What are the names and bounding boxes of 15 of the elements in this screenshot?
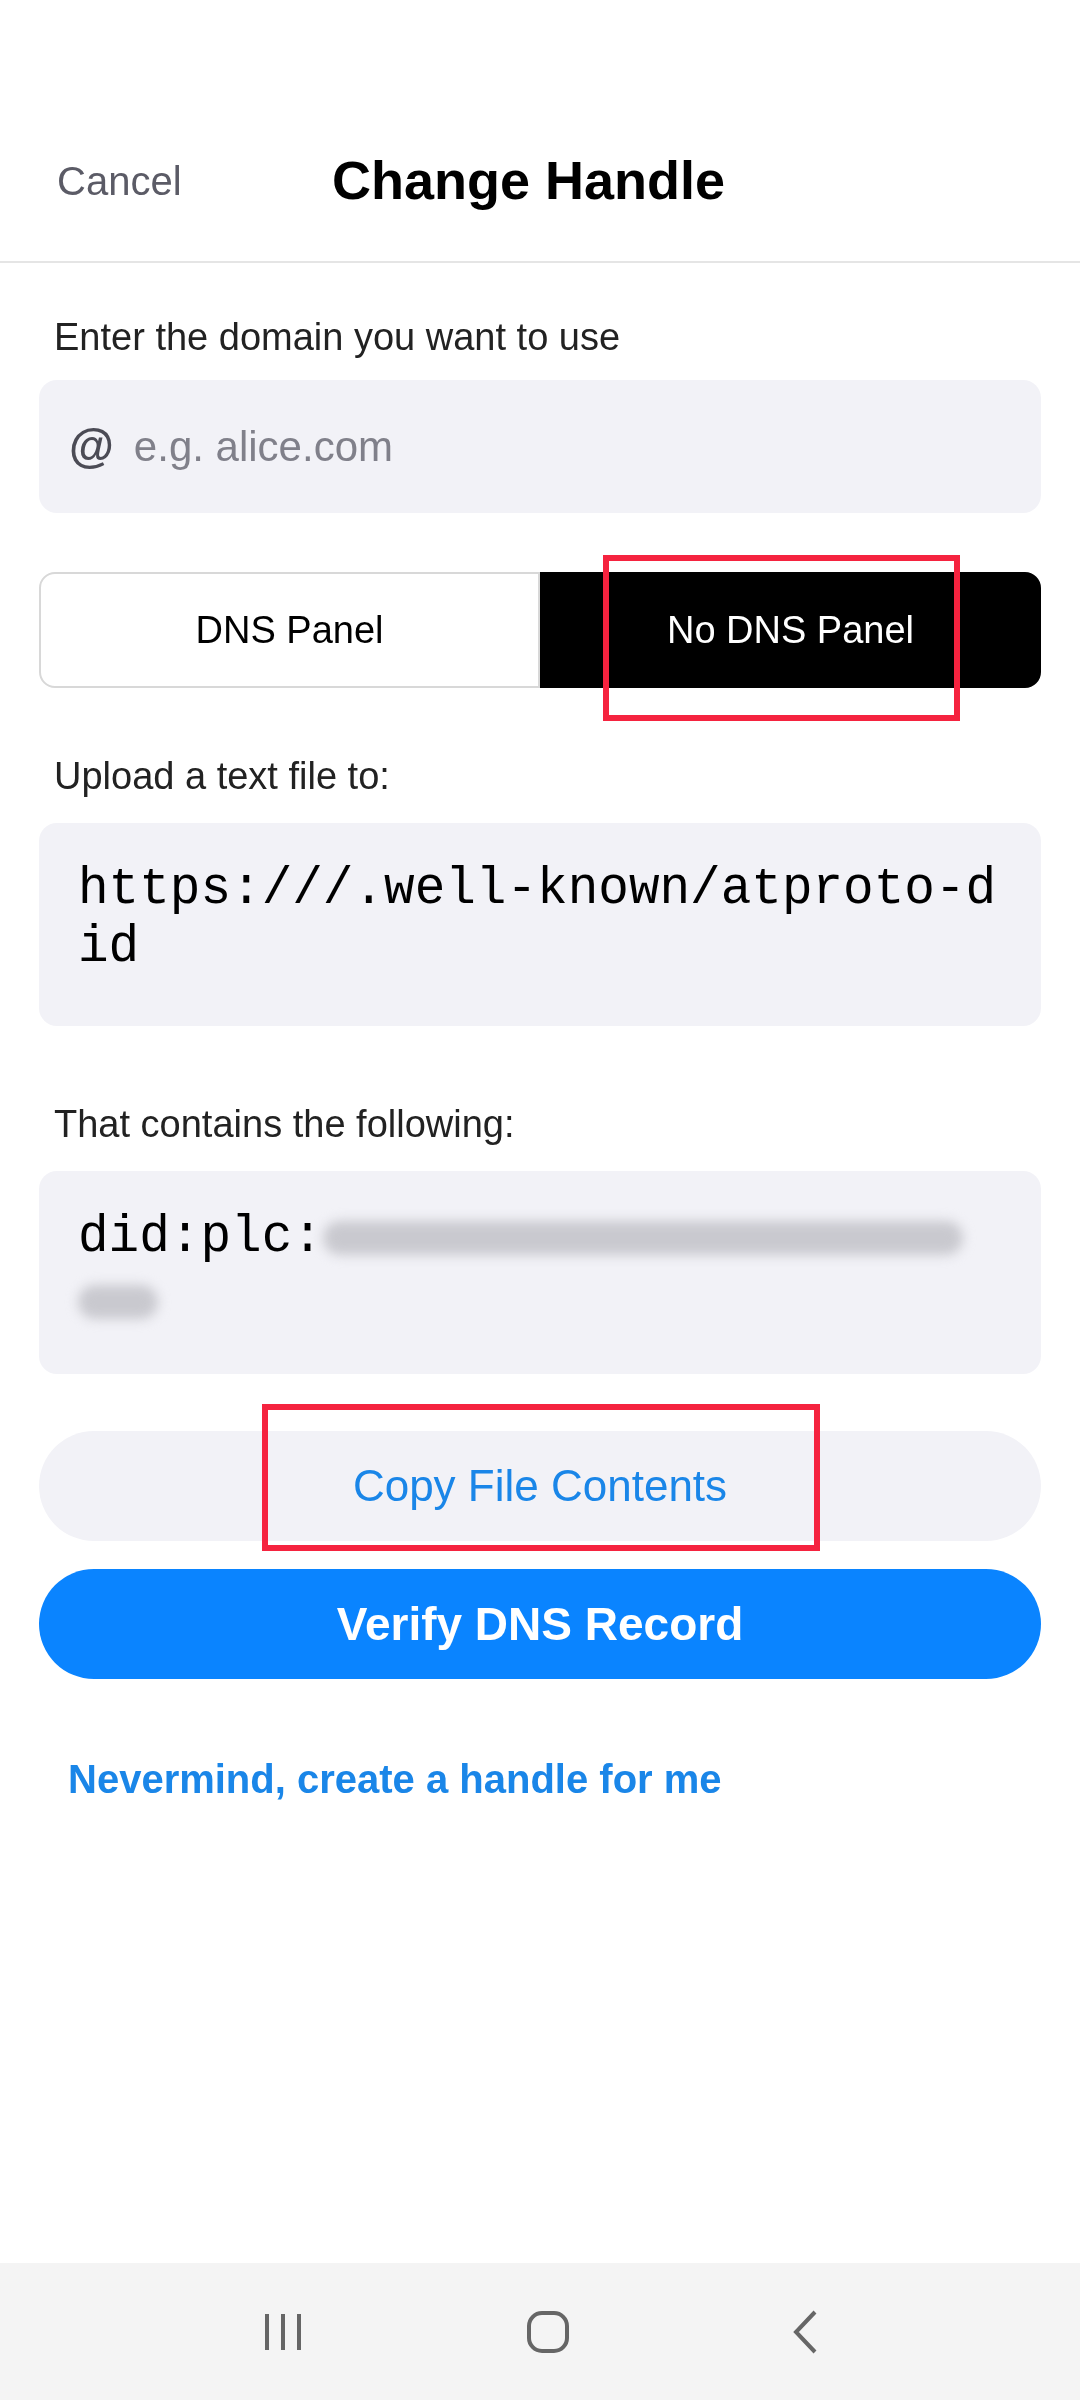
at-sign: @ bbox=[69, 419, 114, 474]
field-label: That contains the following: bbox=[54, 1102, 516, 1147]
field-label: Enter the domain you want to use bbox=[54, 315, 622, 360]
domain-input[interactable]: e.g. alice.com bbox=[133, 415, 1011, 478]
did-prefix: did:plc: bbox=[78, 1209, 323, 1267]
domain-field[interactable]: @ e.g. alice.com bbox=[39, 380, 1041, 513]
verify-button[interactable]: Verify DNS Record bbox=[39, 1569, 1041, 1679]
create-handle-link[interactable]: Nevermind, create a handle for me bbox=[68, 1749, 722, 1809]
segment-tab[interactable]: DNS Panel bbox=[39, 572, 540, 688]
field-label: Upload a text file to: bbox=[54, 754, 391, 799]
url-box: https:///.well-known/atproto-did bbox=[39, 823, 1041, 1026]
screen-title: Change Handle bbox=[332, 149, 726, 212]
segment-tab[interactable]: No DNS Panel bbox=[540, 572, 1041, 688]
cancel-button[interactable]: Cancel bbox=[57, 150, 182, 211]
home-icon[interactable] bbox=[526, 2309, 570, 2354]
